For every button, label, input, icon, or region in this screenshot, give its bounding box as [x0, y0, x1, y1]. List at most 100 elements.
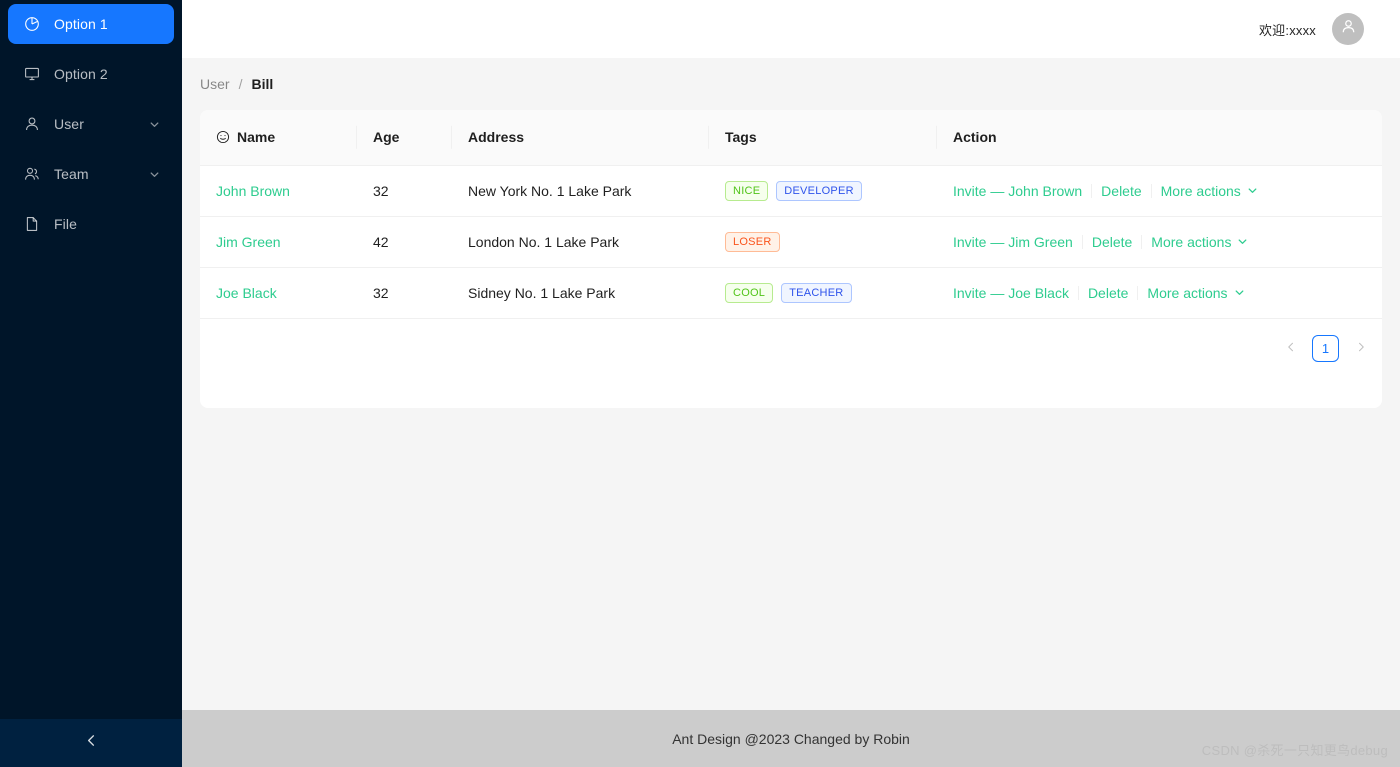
more-actions-dropdown[interactable]: More actions — [1161, 183, 1258, 199]
sidebar-item-label: Option 1 — [54, 16, 108, 32]
tag[interactable]: DEVELOPER — [776, 180, 862, 201]
action-divider — [1137, 285, 1139, 300]
chevron-down-icon[interactable] — [148, 118, 160, 130]
pagination-page-1[interactable]: 1 — [1312, 334, 1339, 362]
column-header-label: Name — [237, 129, 276, 146]
app-root: Option 1 Option 2 User Team File 欢迎:xxxx… — [0, 0, 1400, 767]
action-divider — [1077, 285, 1079, 300]
cell-address: London No. 1 Lake Park — [452, 216, 709, 268]
pagination-next-button[interactable] — [1347, 335, 1374, 362]
more-actions-dropdown[interactable]: More actions — [1147, 285, 1244, 301]
table-card: Name Age Address Tags Action John Brown … — [200, 110, 1382, 408]
delete-link[interactable]: Delete — [1088, 285, 1128, 301]
cell-name: John Brown — [200, 165, 357, 217]
tag[interactable]: NICE — [725, 180, 769, 201]
desktop-icon — [24, 66, 40, 82]
sidebar-item-label: Team — [54, 166, 89, 182]
user-name-link[interactable]: John Brown — [216, 183, 290, 199]
column-header-address[interactable]: Address — [452, 110, 709, 166]
chevron-left-icon — [84, 733, 99, 753]
chevron-right-icon — [1355, 341, 1367, 356]
watermark: CSDN @杀死一只知更鸟debug — [1201, 743, 1388, 758]
sidebar-item-label: File — [54, 216, 77, 232]
tag[interactable]: TEACHER — [781, 282, 852, 303]
column-header-name[interactable]: Name — [200, 110, 357, 166]
welcome-text: 欢迎:xxxx — [1258, 22, 1316, 38]
pie-chart-icon — [24, 16, 40, 32]
chevron-down-icon[interactable] — [148, 168, 160, 180]
cell-action: Invite — Jim Green Delete More actions — [937, 216, 1382, 268]
invite-link[interactable]: Invite — Jim Green — [953, 234, 1073, 250]
pagination: 1 — [200, 319, 1382, 362]
sidebar-item-option-1[interactable]: Option 1 — [8, 4, 174, 44]
cell-name: Jim Green — [200, 216, 357, 268]
column-header-tags[interactable]: Tags — [709, 110, 937, 166]
cell-age: 32 — [357, 267, 452, 319]
more-actions-label: More actions — [1147, 284, 1228, 301]
delete-link[interactable]: Delete — [1092, 234, 1132, 250]
breadcrumb-item-user[interactable]: User — [200, 76, 230, 92]
table-header-row: Name Age Address Tags Action — [200, 110, 1382, 166]
action-divider — [1081, 234, 1083, 249]
chevron-down-icon — [1247, 185, 1258, 196]
cell-name: Joe Black — [200, 267, 357, 319]
sidebar-menu: Option 1 Option 2 User Team File — [0, 0, 182, 248]
table-head: Name Age Address Tags Action — [200, 110, 1382, 166]
sidebar-item-option-2[interactable]: Option 2 — [8, 54, 174, 94]
pagination-prev-button[interactable] — [1277, 335, 1304, 362]
footer: Ant Design @2023 Changed by Robin CSDN @… — [182, 710, 1400, 767]
column-header-label: Age — [373, 129, 400, 146]
cell-address: New York No. 1 Lake Park — [452, 165, 709, 217]
table-row: Joe Black 32 Sidney No. 1 Lake Park COOL… — [200, 267, 1382, 319]
table-body: John Brown 32 New York No. 1 Lake Park N… — [200, 165, 1382, 319]
column-header-label: Tags — [725, 129, 757, 146]
smiley-icon — [216, 130, 230, 144]
top-header: 欢迎:xxxx — [182, 0, 1400, 58]
cell-tags: LOSER — [709, 216, 937, 268]
column-header-age[interactable]: Age — [357, 110, 452, 166]
cell-tags: COOL TEACHER — [709, 267, 937, 319]
more-actions-label: More actions — [1151, 233, 1232, 250]
column-header-label: Address — [468, 129, 525, 146]
sidebar: Option 1 Option 2 User Team File — [0, 0, 182, 767]
table-row: John Brown 32 New York No. 1 Lake Park N… — [200, 165, 1382, 217]
user-icon — [24, 116, 40, 132]
column-header-action[interactable]: Action — [937, 110, 1382, 166]
action-divider — [1150, 183, 1152, 198]
cell-tags: NICE DEVELOPER — [709, 165, 937, 217]
action-divider — [1091, 183, 1093, 198]
sidebar-item-team[interactable]: Team — [8, 154, 174, 194]
team-icon — [24, 166, 40, 182]
cell-address: Sidney No. 1 Lake Park — [452, 267, 709, 319]
cell-age: 32 — [357, 165, 452, 217]
sidebar-item-label: User — [54, 116, 84, 132]
sidebar-collapse-button[interactable] — [0, 719, 182, 767]
user-avatar-icon — [1340, 18, 1357, 40]
content-wrapper: Name Age Address Tags Action John Brown … — [182, 110, 1400, 710]
sidebar-item-user[interactable]: User — [8, 104, 174, 144]
action-divider — [1141, 234, 1143, 249]
chevron-down-icon — [1237, 236, 1248, 247]
avatar[interactable] — [1332, 13, 1364, 45]
breadcrumb-separator: / — [238, 76, 243, 92]
sidebar-item-file[interactable]: File — [8, 204, 174, 244]
invite-link[interactable]: Invite — Joe Black — [953, 285, 1069, 301]
sidebar-item-label: Option 2 — [54, 66, 108, 82]
invite-link[interactable]: Invite — John Brown — [953, 183, 1082, 199]
main-area: 欢迎:xxxx User / Bill Name Age Address Tag… — [182, 0, 1400, 767]
cell-age: 42 — [357, 216, 452, 268]
chevron-down-icon — [1234, 287, 1245, 298]
more-actions-label: More actions — [1160, 182, 1241, 199]
more-actions-dropdown[interactable]: More actions — [1151, 234, 1248, 250]
cell-action: Invite — Joe Black Delete More actions — [937, 267, 1382, 319]
delete-link[interactable]: Delete — [1101, 183, 1141, 199]
tag[interactable]: LOSER — [725, 231, 780, 252]
user-table: Name Age Address Tags Action John Brown … — [200, 110, 1382, 319]
chevron-left-icon — [1285, 341, 1297, 356]
tag[interactable]: COOL — [725, 282, 774, 303]
user-name-link[interactable]: Jim Green — [216, 234, 281, 250]
user-name-link[interactable]: Joe Black — [216, 285, 277, 301]
column-header-label: Action — [953, 129, 997, 146]
breadcrumb-item-bill: Bill — [251, 76, 274, 92]
breadcrumb: User / Bill — [182, 58, 1400, 110]
